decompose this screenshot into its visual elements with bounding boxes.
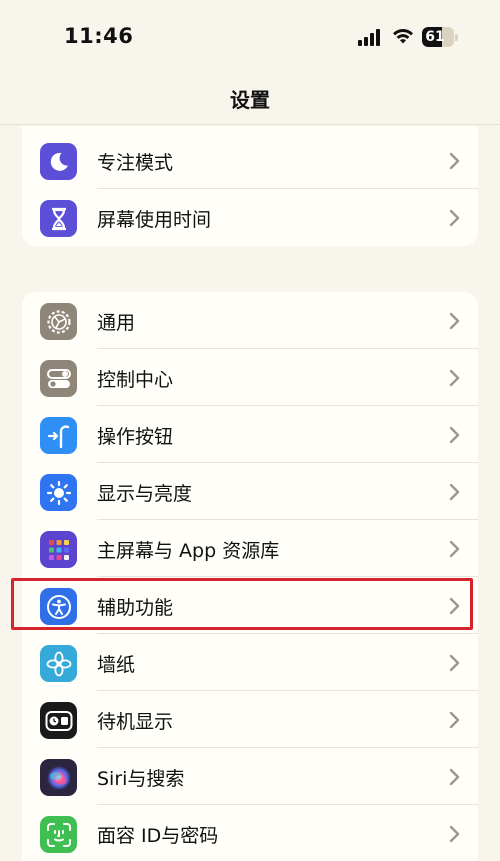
settings-item-label: Siri与搜索 [97,768,185,790]
settings-item-label: 通用 [97,312,136,334]
chevron-right-icon [449,483,460,501]
chevron-right-icon [449,369,460,387]
page-title: 设置 [230,88,270,112]
chevron-right-icon [449,312,460,330]
chevron-right-icon [449,597,460,615]
settings-item-label: 操作按钮 [97,426,174,448]
settings-screen: 11:46 61 设置 专注模式 屏幕使用时间 通用 控制中心 操作按钮 显示与… [0,0,500,861]
face-id-icon [40,816,77,853]
settings-item-home-screen[interactable]: 主屏幕与 App 资源库 [22,520,478,577]
battery-level: 61 [425,29,445,45]
hourglass-icon [40,200,77,237]
siri-icon [40,759,77,796]
settings-group-focus: 专注模式 屏幕使用时间 [22,126,478,246]
status-time: 11:46 [64,24,134,48]
settings-item-label: 面容 ID与密码 [97,825,219,847]
nav-divider [0,124,500,125]
status-bar: 11:46 61 [0,0,500,70]
settings-item-standby[interactable]: 待机显示 [22,691,478,748]
settings-item-siri[interactable]: Siri与搜索 [22,748,478,805]
settings-item-label: 辅助功能 [97,597,174,619]
settings-item-label: 待机显示 [97,711,174,733]
settings-item-action-button[interactable]: 操作按钮 [22,406,478,463]
settings-item-display-brightness[interactable]: 显示与亮度 [22,463,478,520]
app-grid-icon [40,531,77,568]
chevron-right-icon [449,426,460,444]
settings-item-label: 专注模式 [97,152,174,174]
settings-item-label: 显示与亮度 [97,483,193,505]
toggles-icon [40,360,77,397]
settings-item-label: 控制中心 [97,369,174,391]
gear-icon [40,303,77,340]
chevron-right-icon [449,209,460,227]
settings-item-control-center[interactable]: 控制中心 [22,349,478,406]
settings-item-accessibility[interactable]: 辅助功能 [22,577,478,634]
settings-item-label: 主屏幕与 App 资源库 [97,540,280,562]
flower-icon [40,645,77,682]
wifi-icon [393,28,413,44]
standby-icon [40,702,77,739]
chevron-right-icon [449,825,460,843]
settings-item-general[interactable]: 通用 [22,292,478,349]
accessibility-icon [40,588,77,625]
settings-item-label: 墙纸 [97,654,136,676]
chevron-right-icon [449,768,460,786]
chevron-right-icon [449,654,460,672]
action-button-icon [40,417,77,454]
chevron-right-icon [449,711,460,729]
settings-item-focus[interactable]: 专注模式 [22,132,478,189]
settings-item-face-id[interactable]: 面容 ID与密码 [22,805,478,861]
battery-icon: 61 [422,27,458,47]
cellular-signal-icon [358,28,384,46]
chevron-right-icon [449,540,460,558]
settings-item-screen-time[interactable]: 屏幕使用时间 [22,189,478,246]
settings-group-general: 通用 控制中心 操作按钮 显示与亮度 主屏幕与 App 资源库 辅助功能 墙纸 … [22,292,478,861]
settings-item-wallpaper[interactable]: 墙纸 [22,634,478,691]
moon-icon [40,143,77,180]
chevron-right-icon [449,152,460,170]
sun-icon [40,474,77,511]
settings-item-label: 屏幕使用时间 [97,209,212,231]
